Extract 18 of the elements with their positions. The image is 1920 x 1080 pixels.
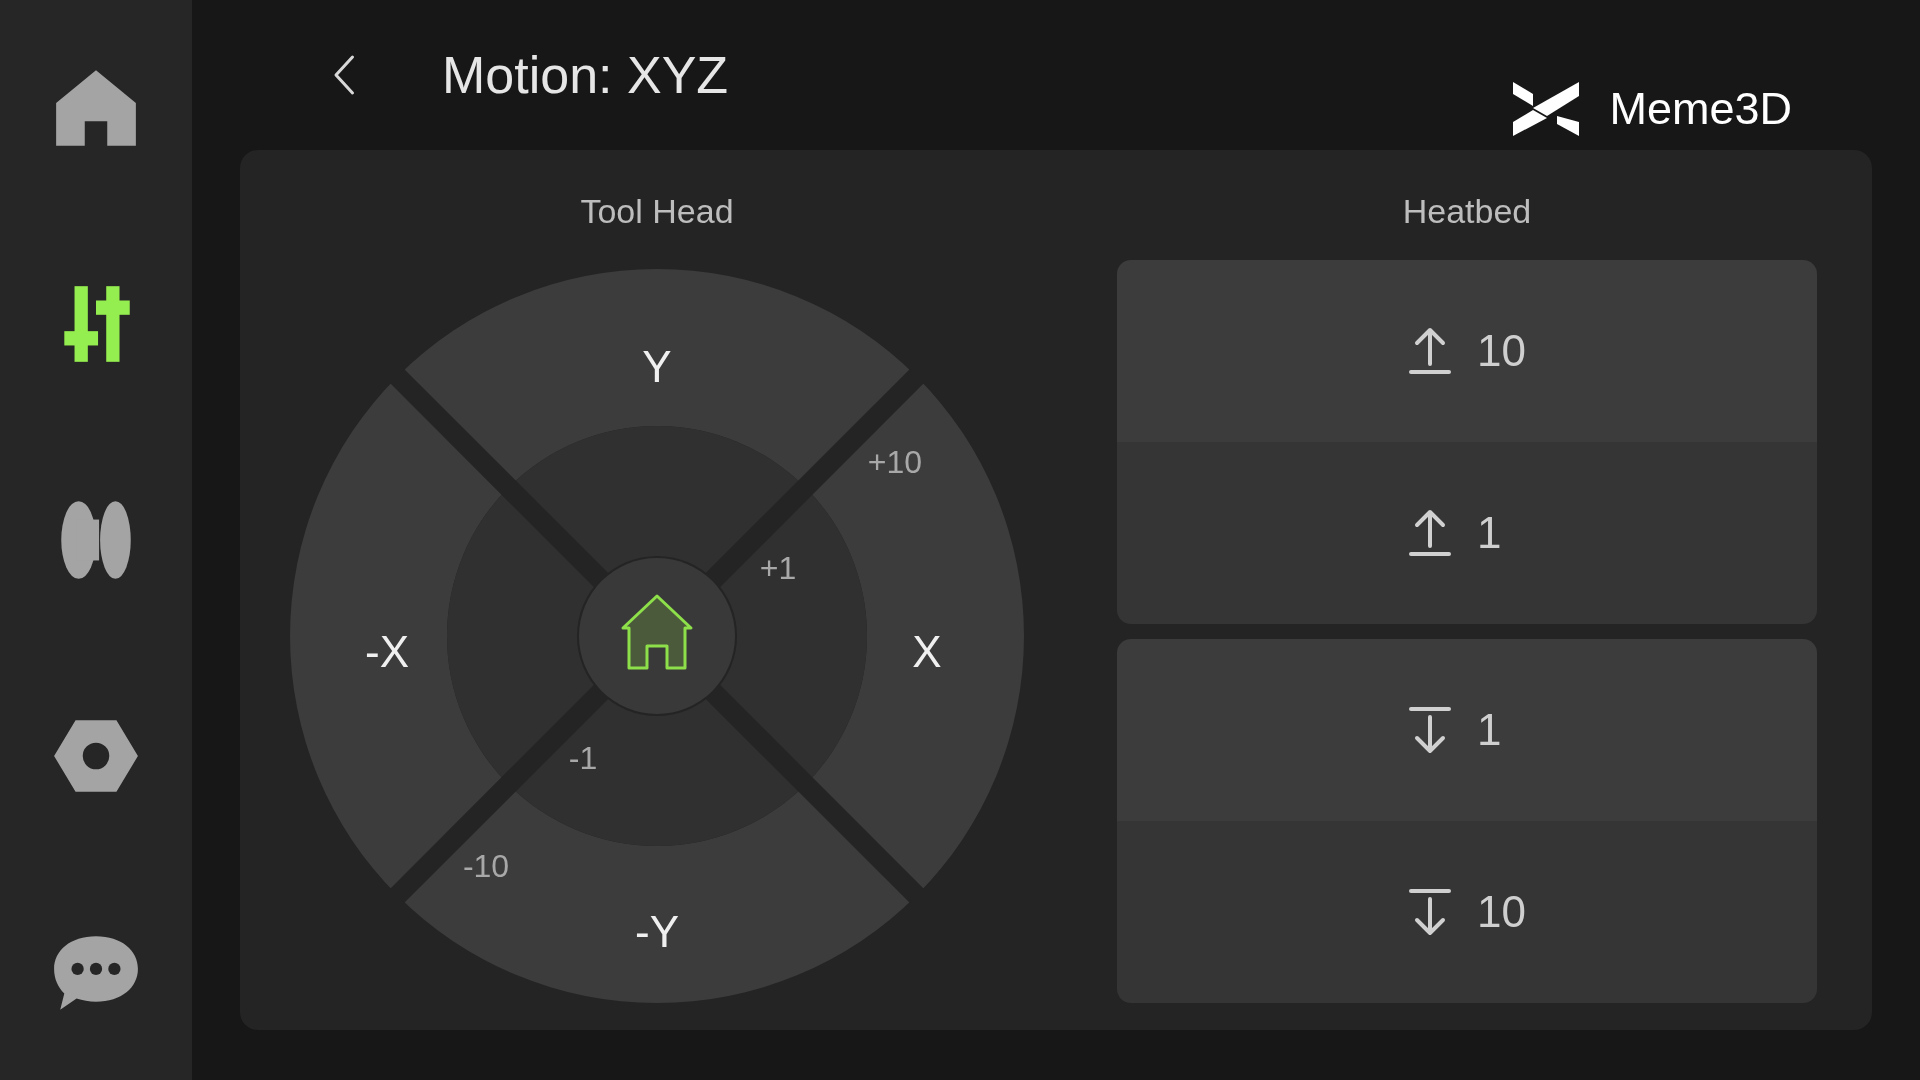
step-label: +10 [867,444,923,480]
section-title: Tool Head [580,191,734,232]
heatbed-move-button[interactable]: 1 [1117,442,1817,624]
axis-label[interactable]: -Y [635,906,679,956]
home-button[interactable] [579,558,735,714]
axis-label[interactable]: -X [365,626,409,676]
brand-name: Meme3D [1609,83,1792,135]
logo-icon [1513,82,1580,136]
section-title: Heatbed [1402,191,1532,232]
step-label: -10 [462,848,510,884]
step-label: -1 [568,740,598,776]
heatbed-move-button[interactable]: 10 [1117,260,1817,442]
heatbed-move-button[interactable]: 10 [1117,821,1817,1003]
heatbed-move-button[interactable]: 1 [1117,639,1817,821]
axis-label[interactable]: X [912,626,942,676]
axis-label[interactable]: Y [642,341,672,391]
step-label: +1 [759,550,797,586]
page-title: Motion: XYZ [442,45,729,105]
